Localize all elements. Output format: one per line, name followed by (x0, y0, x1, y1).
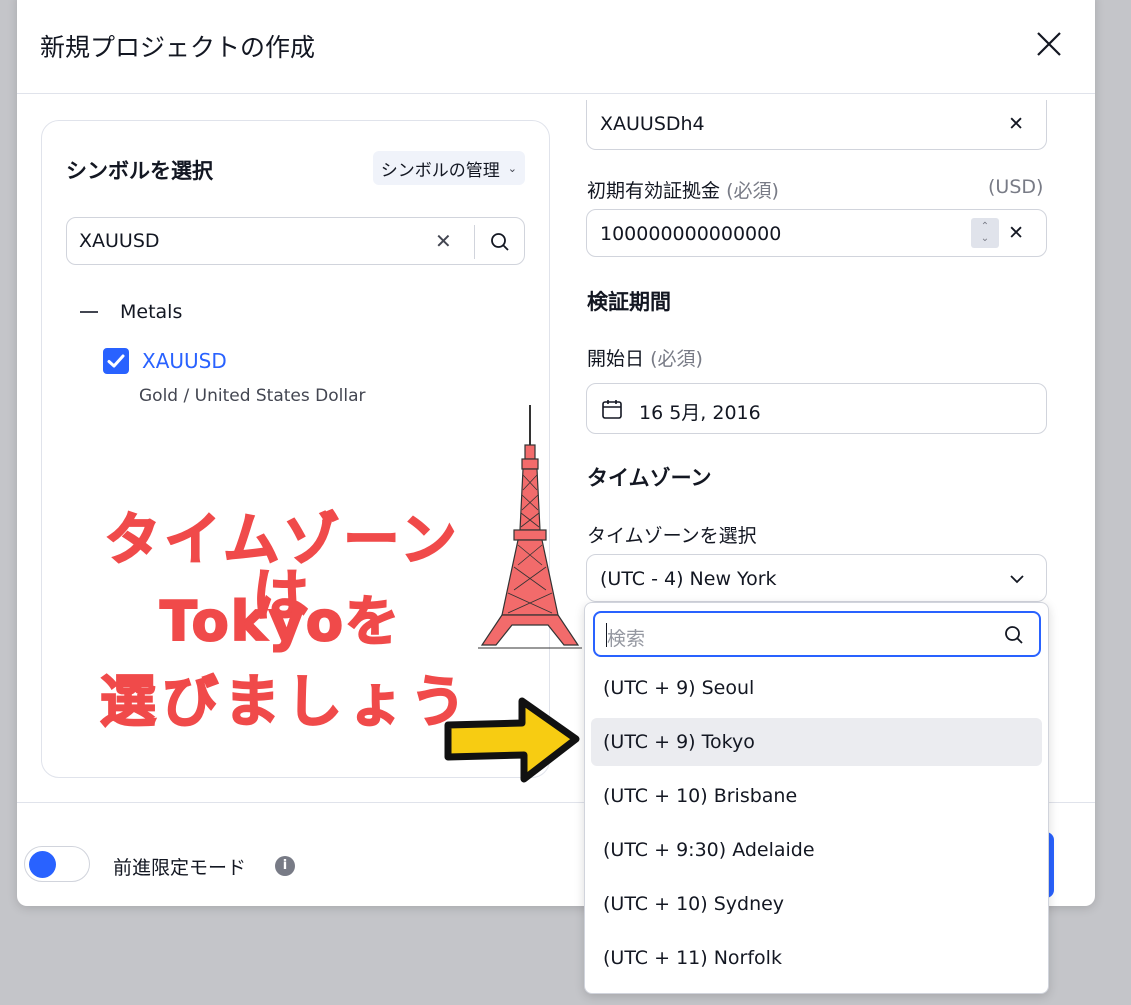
info-icon[interactable]: i (275, 856, 295, 876)
group-label: Metals (120, 301, 183, 323)
timezone-option[interactable]: (UTC + 9) Seoul (591, 664, 1042, 712)
search-icon (1005, 626, 1023, 644)
symbol-checkbox[interactable] (103, 348, 129, 374)
chevron-down-icon (1010, 575, 1024, 584)
dialog-title: 新規プロジェクトの作成 (40, 33, 316, 62)
dialog-header: 新規プロジェクトの作成 (17, 0, 1095, 94)
close-button[interactable] (1033, 28, 1065, 60)
annotation-line-2: Tokyoを (159, 590, 401, 653)
checkmark-icon (107, 354, 125, 368)
arrow-right-icon (444, 697, 580, 783)
start-date-value: 16 5月, 2016 (639, 402, 761, 424)
project-name-input[interactable]: XAUUSDh4 ✕ (586, 100, 1047, 150)
capital-unit: (USD) (988, 176, 1044, 198)
toggle-knob (29, 851, 56, 878)
timezone-section-title: タイムゾーン (587, 466, 712, 490)
calendar-icon (602, 400, 622, 419)
timezone-option[interactable]: (UTC + 10) Brisbane (591, 772, 1042, 820)
symbol-name[interactable]: XAUUSD (142, 349, 227, 373)
stepper-icon[interactable]: ⌃ ⌄ (971, 218, 999, 248)
timezone-option[interactable]: (UTC + 11) Norfolk (591, 934, 1042, 982)
forward-mode-toggle[interactable] (24, 846, 90, 882)
timezone-option[interactable]: (UTC + 10) Sydney (591, 880, 1042, 928)
manage-symbols-button[interactable]: シンボルの管理 ⌄ (372, 151, 525, 185)
timezone-option-selected[interactable]: (UTC + 9) Tokyo (591, 718, 1042, 766)
timezone-search-input[interactable]: 検索 (593, 611, 1041, 657)
manage-symbols-label: シンボルの管理 (380, 160, 500, 181)
symbol-group-metals[interactable]: Metals (80, 301, 182, 323)
symbol-search-input[interactable]: XAUUSD ✕ (66, 217, 525, 265)
timezone-label: タイムゾーンを選択 (587, 525, 757, 547)
start-date-input[interactable]: 16 5月, 2016 (586, 383, 1047, 434)
tokyo-tower-illustration (478, 405, 582, 649)
search-icon[interactable] (489, 231, 511, 253)
timezone-value: (UTC - 4) New York (600, 568, 777, 590)
capital-label-text: 初期有効証拠金 (587, 180, 721, 202)
start-date-label-text: 開始日 (587, 348, 645, 370)
clear-name-icon[interactable]: ✕ (1008, 113, 1024, 135)
chevron-down-icon: ⌄ (507, 161, 517, 175)
timezone-option[interactable]: (UTC + 9:30) Adelaide (591, 826, 1042, 874)
required-mark: (必須) (650, 348, 703, 370)
symbol-search-value: XAUUSD (79, 230, 160, 252)
capital-label: 初期有効証拠金 (必須) (587, 176, 779, 203)
clear-capital-icon[interactable]: ✕ (1008, 222, 1024, 244)
project-name-value: XAUUSDh4 (600, 113, 705, 135)
timezone-dropdown: 検索 (UTC + 9) Seoul (UTC + 9) Tokyo (UTC … (584, 602, 1049, 994)
timezone-search-placeholder: 検索 (607, 628, 646, 650)
symbol-panel-title: シンボルを選択 (66, 159, 213, 183)
period-section-title: 検証期間 (587, 290, 671, 314)
capital-value: 100000000000000 (600, 223, 782, 245)
collapse-icon (80, 311, 98, 313)
symbol-description: Gold / United States Dollar (139, 386, 366, 406)
timezone-select[interactable]: (UTC - 4) New York (586, 554, 1047, 602)
annotation-line-3: 選びましょう (99, 670, 472, 735)
close-icon (1037, 32, 1061, 56)
clear-search-icon[interactable]: ✕ (435, 229, 452, 253)
capital-input[interactable]: 100000000000000 ⌃ ⌄ ✕ (586, 209, 1047, 257)
forward-mode-label: 前進限定モード (113, 857, 247, 879)
start-date-label: 開始日 (必須) (587, 344, 703, 371)
required-mark: (必須) (726, 180, 779, 202)
search-divider (474, 225, 475, 259)
